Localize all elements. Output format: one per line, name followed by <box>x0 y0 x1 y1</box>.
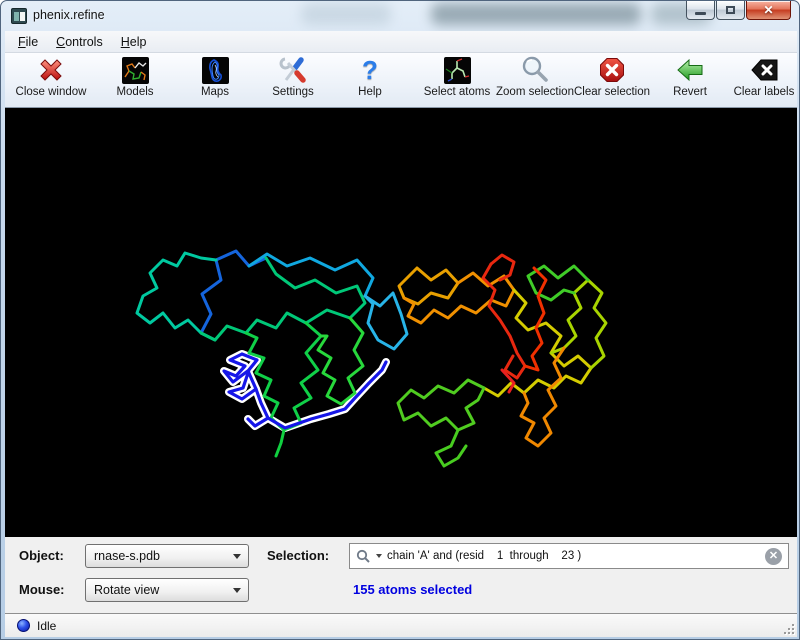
zoom-magnifier-icon <box>520 55 550 85</box>
select-atoms-button[interactable]: Select atoms <box>419 55 495 105</box>
maps-button[interactable]: Maps <box>190 55 240 105</box>
menubar: File Controls Help <box>5 31 797 53</box>
chevron-down-icon <box>233 554 241 559</box>
help-question-icon: ? <box>355 55 385 85</box>
close-x-icon <box>36 55 66 85</box>
toolbar: Close window Models <box>5 53 797 108</box>
clear-selection-stop-icon <box>597 55 627 85</box>
selection-input[interactable]: chain 'A' and (resid 1 through 23 ) ✕ <box>349 543 789 569</box>
mouse-label: Mouse: <box>19 582 65 597</box>
chevron-down-icon <box>233 588 241 593</box>
revert-arrow-icon <box>675 55 705 85</box>
status-dot-icon <box>17 619 30 632</box>
selection-input-value[interactable]: chain 'A' and (resid 1 through 23 ) <box>387 550 765 562</box>
mouse-mode-dropdown[interactable]: Rotate view <box>85 578 249 602</box>
app-icon <box>11 8 27 24</box>
mouse-mode-value: Rotate view <box>94 583 159 597</box>
minimize-button[interactable] <box>686 1 715 20</box>
atoms-selected-status: 155 atoms selected <box>353 582 472 597</box>
revert-button[interactable]: Revert <box>665 55 715 105</box>
object-dropdown[interactable]: rnase-s.pdb <box>85 544 249 568</box>
clear-input-icon[interactable]: ✕ <box>765 548 782 565</box>
window-title: phenix.refine <box>33 8 105 22</box>
titlebar-glass-blur <box>431 3 641 25</box>
close-window-button[interactable]: Close window <box>11 55 91 105</box>
maps-icon <box>200 55 230 85</box>
settings-button[interactable]: Settings <box>263 55 323 105</box>
models-button[interactable]: Models <box>105 55 165 105</box>
selection-label: Selection: <box>267 548 329 563</box>
settings-tools-icon <box>278 55 308 85</box>
control-panel: Object: rnase-s.pdb Selection: chain 'A'… <box>5 537 797 613</box>
maximize-button[interactable] <box>716 1 745 20</box>
status-bar: Idle <box>5 613 797 637</box>
close-button[interactable]: ✕ <box>746 1 791 20</box>
titlebar-glass-blur <box>301 3 391 25</box>
resize-grip[interactable] <box>782 622 794 634</box>
models-icon <box>120 55 150 85</box>
molecule-render <box>5 108 797 537</box>
zoom-selection-button[interactable]: Zoom selection <box>491 55 579 105</box>
window-controls: ✕ <box>685 1 791 20</box>
molecule-viewport[interactable] <box>5 108 797 537</box>
search-icon[interactable] <box>356 549 371 564</box>
object-dropdown-value: rnase-s.pdb <box>94 549 160 563</box>
menu-help[interactable]: Help <box>112 31 156 52</box>
app-window: phenix.refine ✕ File Controls Help <box>0 0 800 640</box>
menu-controls[interactable]: Controls <box>47 31 112 52</box>
chevron-down-icon[interactable] <box>376 554 382 558</box>
object-label: Object: <box>19 548 64 563</box>
clear-selection-button[interactable]: Clear selection <box>568 55 656 105</box>
status-text: Idle <box>37 619 56 633</box>
select-atoms-icon <box>442 55 472 85</box>
clear-labels-tag-icon <box>749 55 779 85</box>
clear-labels-button[interactable]: Clear labels <box>731 55 797 105</box>
titlebar[interactable]: phenix.refine ✕ <box>1 1 799 31</box>
menu-file[interactable]: File <box>9 31 47 52</box>
help-button[interactable]: ? Help <box>350 55 390 105</box>
